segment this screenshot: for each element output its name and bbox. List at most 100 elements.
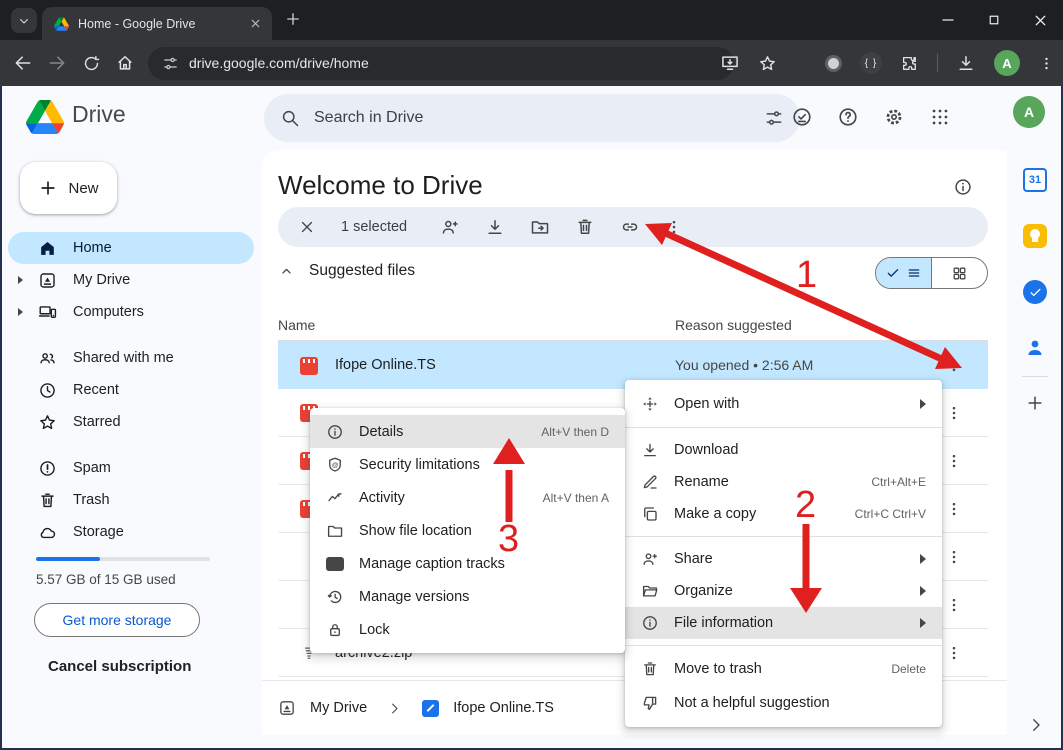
new-button-label: New — [68, 180, 98, 197]
bookmark-star-icon[interactable] — [758, 54, 777, 73]
cancel-subscription-link[interactable]: Cancel subscription — [48, 658, 191, 675]
submenu-item-lock[interactable]: Lock — [310, 613, 625, 646]
submenu-item-security-limitations[interactable]: Security limitations — [310, 448, 625, 481]
close-window-button[interactable] — [1017, 0, 1063, 40]
settings-gear-icon[interactable] — [883, 106, 905, 128]
sidebar-item-starred[interactable]: Starred — [8, 406, 254, 438]
submenu-item-manage-versions[interactable]: Manage versions — [310, 580, 625, 613]
sidebar-item-spam[interactable]: Spam — [8, 452, 254, 484]
drive-favicon — [54, 17, 69, 31]
download-file-icon[interactable] — [485, 217, 505, 237]
more-actions-kebab-icon[interactable] — [665, 218, 683, 236]
menu-divider — [625, 536, 942, 537]
row-kebab-icon[interactable] — [945, 356, 963, 374]
drive-sidebar: New Home My Drive Computers Shared with … — [0, 150, 262, 750]
browser-profile-avatar[interactable]: A — [994, 50, 1020, 76]
sidebar-item-trash[interactable]: Trash — [8, 484, 254, 516]
back-button[interactable] — [6, 53, 40, 73]
tasks-icon[interactable] — [1023, 280, 1047, 304]
grid-view-button[interactable] — [932, 258, 987, 288]
get-more-storage-button[interactable]: Get more storage — [34, 603, 200, 637]
devtools-extension-icon[interactable]: { } — [860, 52, 882, 74]
contacts-icon[interactable] — [1023, 336, 1047, 360]
extension-circle-icon[interactable] — [825, 55, 842, 72]
search-icon[interactable] — [280, 108, 300, 128]
sidebar-item-my-drive[interactable]: My Drive — [8, 264, 254, 296]
maximize-button[interactable] — [971, 0, 1017, 40]
share-person-add-icon[interactable] — [440, 217, 460, 237]
downloads-icon[interactable] — [956, 53, 976, 73]
submenu-item-details[interactable]: DetailsAlt+V then D — [310, 415, 625, 448]
expand-caret-icon[interactable] — [18, 276, 23, 284]
browser-menu-kebab-icon[interactable] — [1038, 55, 1055, 72]
site-info-icon[interactable] — [162, 55, 179, 72]
sidebar-item-home[interactable]: Home — [8, 232, 254, 264]
drive-header: Drive Search in Drive A — [0, 86, 1063, 150]
list-view-button[interactable] — [876, 258, 932, 288]
menu-item-not-helpful[interactable]: Not a helpful suggestion — [625, 686, 942, 720]
tab-close-icon[interactable] — [249, 17, 262, 30]
expand-caret-icon[interactable] — [18, 308, 23, 316]
breadcrumb-file[interactable]: Ifope Online.TS — [453, 700, 554, 716]
help-icon[interactable] — [837, 106, 859, 128]
minimize-button[interactable] — [925, 0, 971, 40]
sidebar-item-shared-with-me[interactable]: Shared with me — [8, 342, 254, 374]
submenu-item-manage-caption-tracks[interactable]: CC Manage caption tracks — [310, 547, 625, 580]
sidebar-item-storage[interactable]: Storage — [8, 516, 254, 548]
page-info-icon[interactable] — [953, 177, 973, 197]
search-options-icon[interactable] — [764, 108, 784, 128]
add-app-icon[interactable] — [1025, 393, 1045, 413]
menu-item-share[interactable]: Share — [625, 543, 942, 575]
new-button[interactable]: New — [20, 162, 117, 214]
google-apps-grid-icon[interactable] — [929, 106, 951, 128]
lock-icon — [326, 621, 344, 639]
collapse-chevron-icon[interactable] — [278, 263, 295, 280]
new-tab-button[interactable] — [284, 10, 302, 28]
search-placeholder: Search in Drive — [314, 109, 750, 127]
menu-item-rename[interactable]: RenameCtrl+Alt+E — [625, 466, 942, 498]
breadcrumb-root[interactable]: My Drive — [310, 700, 367, 716]
column-name[interactable]: Name — [278, 317, 315, 333]
account-avatar[interactable]: A — [1013, 96, 1045, 128]
suggested-files-header[interactable]: Suggested files — [278, 262, 415, 280]
clear-selection-icon[interactable] — [298, 218, 316, 236]
submenu-item-activity[interactable]: ActivityAlt+V then A — [310, 481, 625, 514]
install-app-icon[interactable] — [720, 53, 740, 73]
forward-button[interactable] — [40, 53, 74, 73]
row-kebab-icon[interactable] — [945, 644, 963, 662]
menu-divider — [625, 427, 942, 428]
menu-item-make-a-copy[interactable]: Make a copyCtrl+C Ctrl+V — [625, 498, 942, 530]
browser-tab[interactable]: Home - Google Drive — [42, 7, 272, 40]
submenu-item-show-file-location[interactable]: Show file location — [310, 514, 625, 547]
copy-link-icon[interactable] — [620, 217, 640, 237]
row-kebab-icon[interactable] — [945, 548, 963, 566]
row-kebab-icon[interactable] — [945, 596, 963, 614]
extensions-puzzle-icon[interactable] — [900, 54, 919, 73]
hide-side-panel-icon[interactable] — [1027, 716, 1045, 734]
column-reason[interactable]: Reason suggested — [675, 317, 792, 333]
shortcut-label: Alt+V then D — [517, 425, 609, 439]
sidebar-item-recent[interactable]: Recent — [8, 374, 254, 406]
menu-item-file-information[interactable]: File information — [625, 607, 942, 639]
starred-icon — [38, 413, 57, 432]
sidebar-item-computers[interactable]: Computers — [8, 296, 254, 328]
search-input[interactable]: Search in Drive — [264, 94, 800, 142]
row-kebab-icon[interactable] — [945, 404, 963, 422]
tab-search-button[interactable] — [11, 8, 37, 33]
calendar-icon[interactable]: 31 — [1023, 168, 1047, 192]
offline-status-icon[interactable] — [791, 106, 813, 128]
browser-titlebar: Home - Google Drive — [0, 0, 1063, 40]
row-kebab-icon[interactable] — [945, 500, 963, 518]
menu-item-move-to-trash[interactable]: Move to trashDelete — [625, 652, 942, 686]
reload-button[interactable] — [74, 54, 108, 73]
menu-item-download[interactable]: Download — [625, 434, 942, 466]
view-toggle — [875, 257, 988, 289]
menu-item-organize[interactable]: Organize — [625, 575, 942, 607]
address-bar[interactable]: drive.google.com/drive/home — [148, 47, 734, 80]
menu-item-open-with[interactable]: Open with — [625, 387, 942, 421]
move-folder-icon[interactable] — [530, 217, 550, 237]
keep-icon[interactable] — [1023, 224, 1047, 248]
row-kebab-icon[interactable] — [945, 452, 963, 470]
home-button[interactable] — [108, 53, 142, 73]
trash-file-icon[interactable] — [575, 217, 595, 237]
